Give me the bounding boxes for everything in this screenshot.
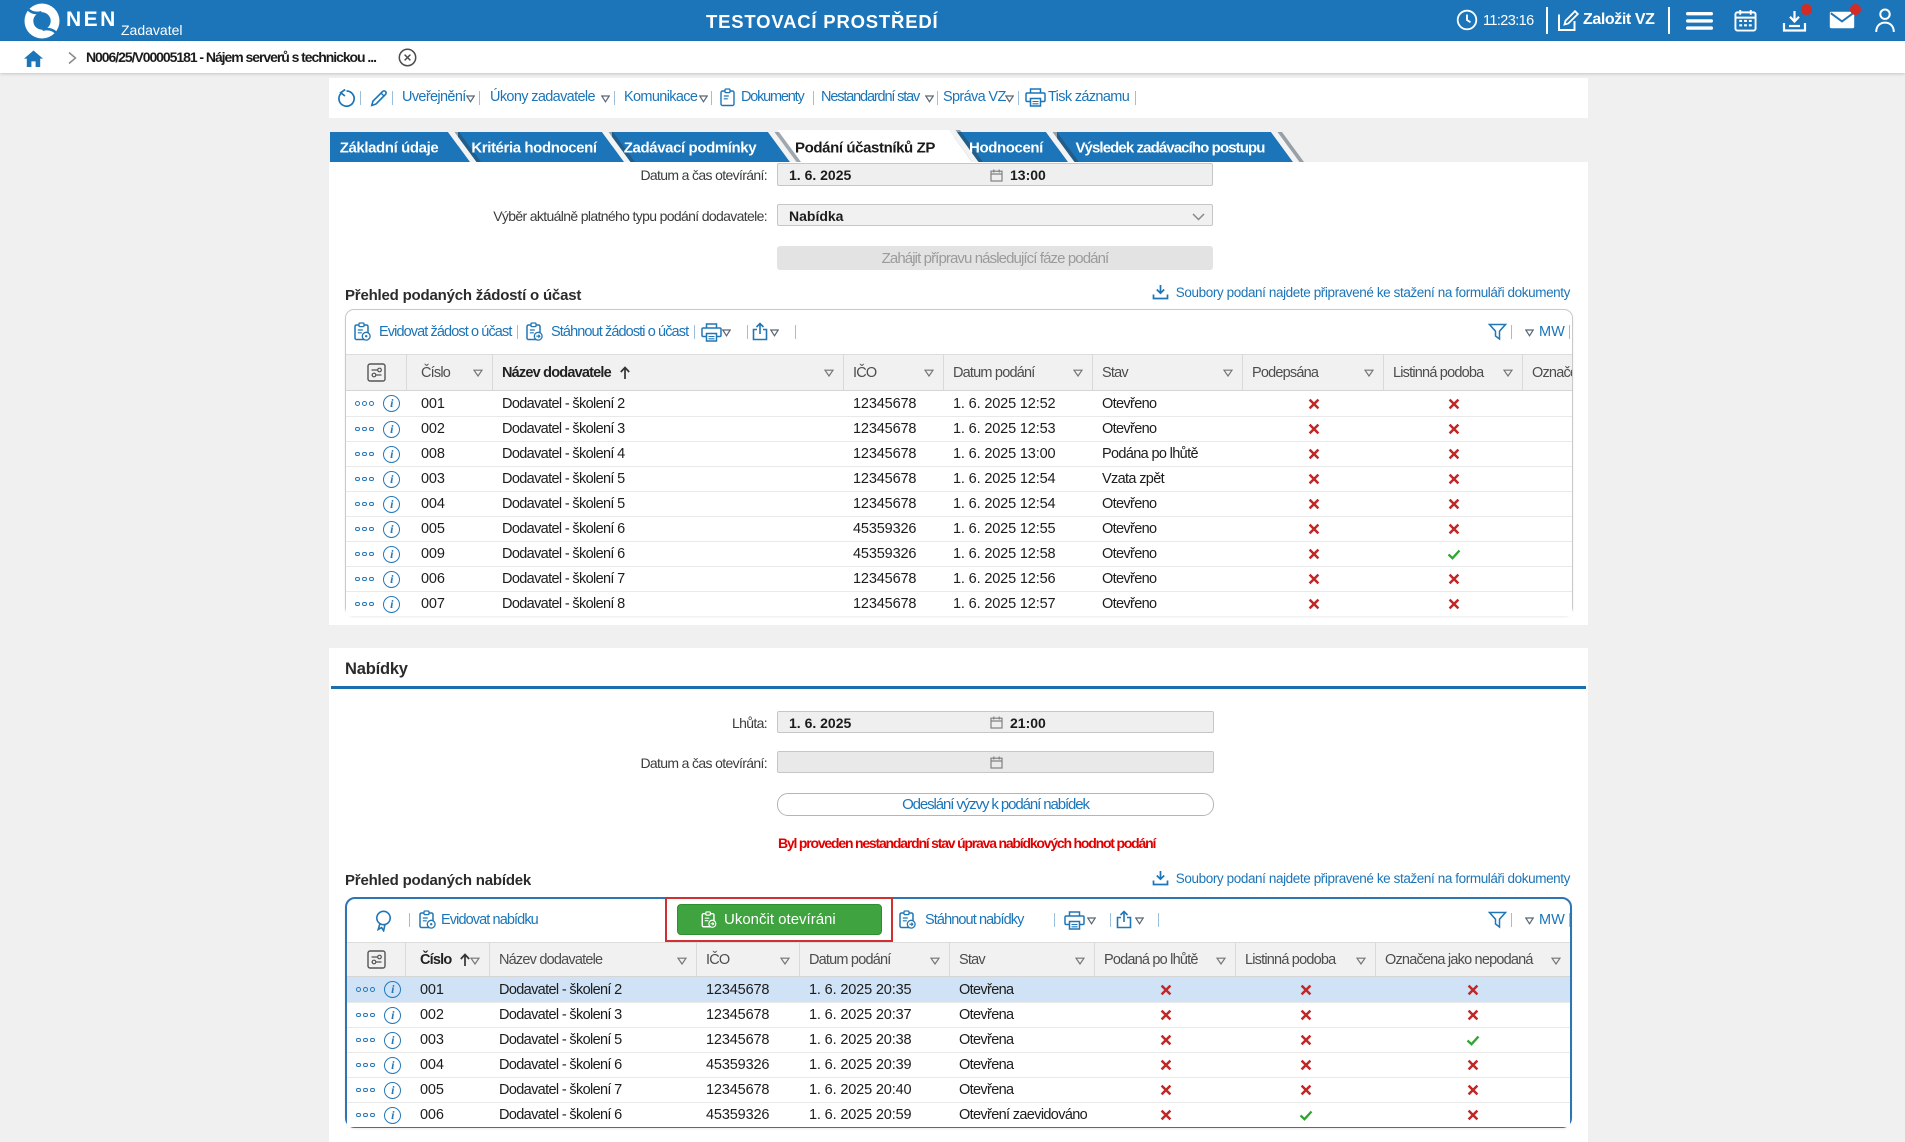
svg-text:Zadávací podmínky: Zadávací podmínky [624, 140, 757, 157]
svg-text:Kritéria hodnocení: Kritéria hodnocení [471, 140, 598, 157]
svg-text:Podání účastníků ZP: Podání účastníků ZP [795, 140, 935, 157]
svg-text:Výsledek zadávacího postupu: Výsledek zadávacího postupu [1075, 140, 1265, 157]
svg-text:Hodnocení: Hodnocení [969, 140, 1044, 157]
svg-text:Základní údaje: Základní údaje [340, 140, 439, 157]
